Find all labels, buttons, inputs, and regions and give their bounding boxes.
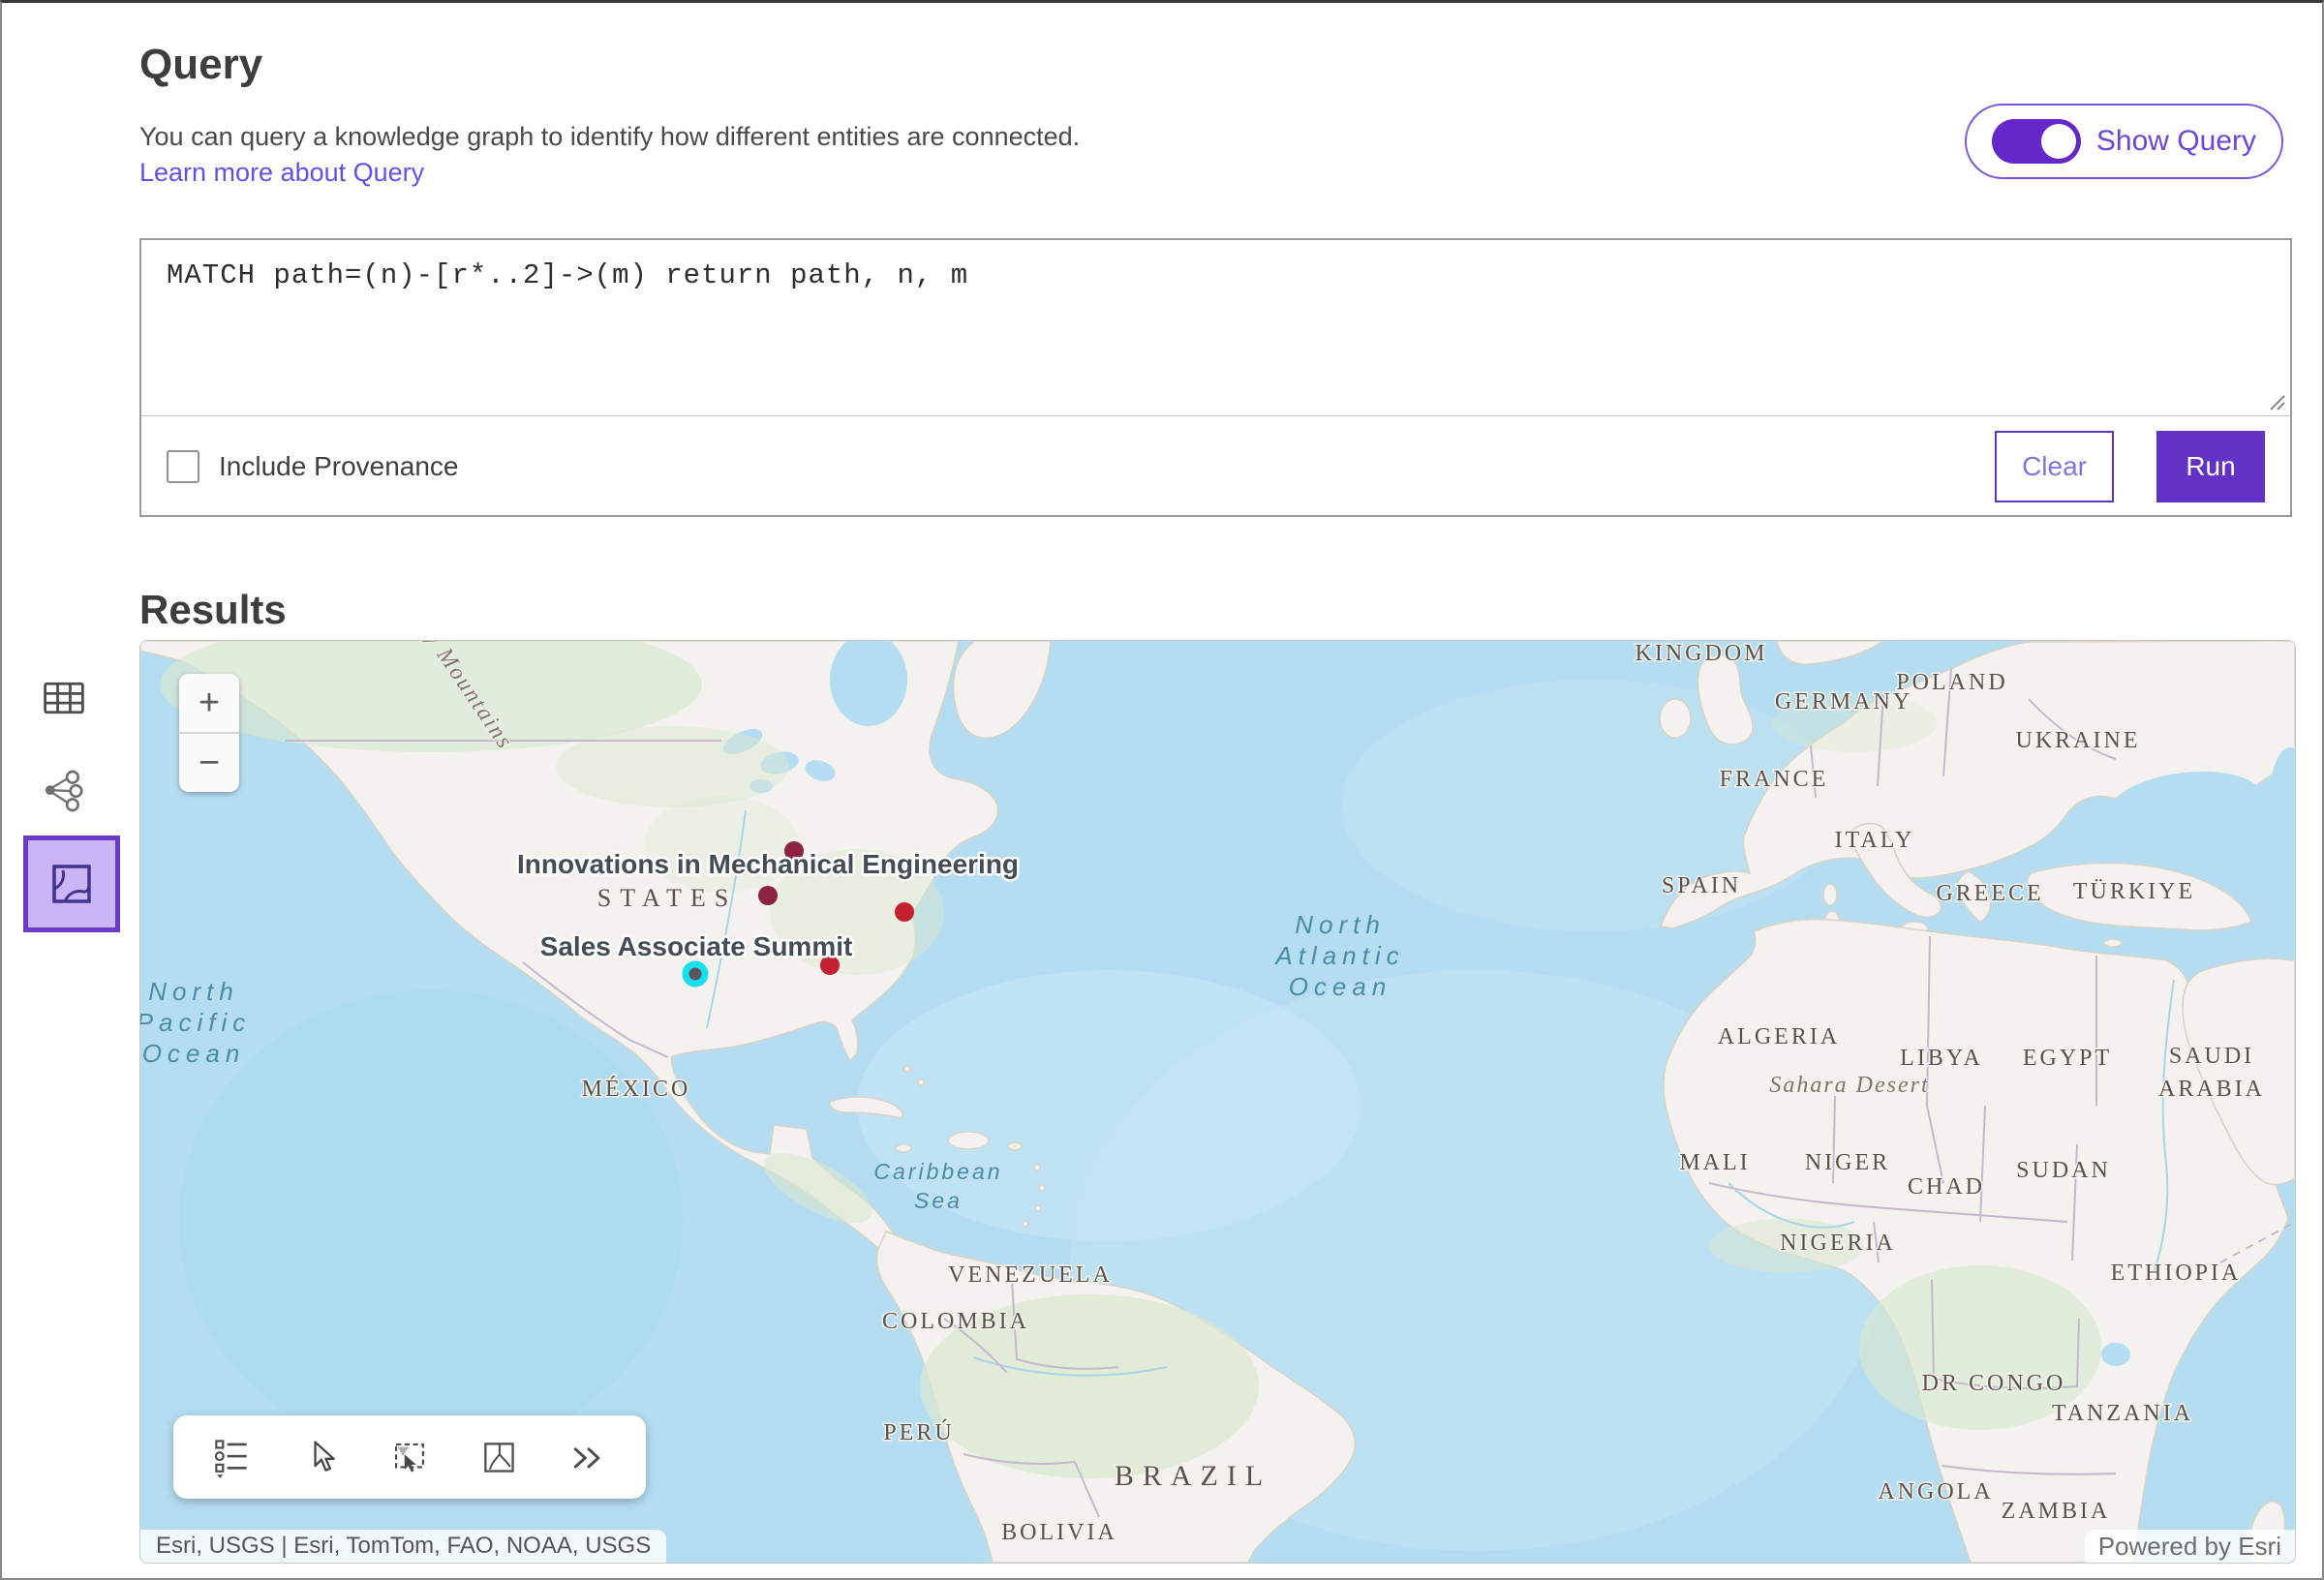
powered-by-text: Powered by Esri [2098,1532,2281,1562]
map-marker-selected[interactable] [686,964,705,984]
map-label-arabia: ARABIA [2158,1077,2265,1102]
select-polygon-button[interactable] [474,1432,524,1482]
map-label-germany: GERMANY [1775,689,1912,714]
select-rectangle-icon [390,1435,429,1479]
query-actions: Clear Run [1995,431,2265,502]
select-polygon-icon [479,1436,518,1478]
zoom-in-button[interactable]: + [179,674,239,732]
select-rectangle-button[interactable] [384,1432,435,1482]
map-label-france: FRANCE [1720,767,1829,792]
map-attribution: Esri, USGS | Esri, TomTom, FAO, NOAA, US… [140,1530,666,1563]
query-page: Query You can query a knowledge graph to… [0,0,2324,1580]
map-label-chad: CHAD [1908,1174,1985,1200]
toggle-switch[interactable] [1992,119,2081,164]
svg-text:Atlantic: Atlantic [1273,941,1404,970]
cursor-tool-button[interactable] [295,1432,346,1482]
svg-text:Ocean: Ocean [142,1039,246,1068]
query-editor: MATCH path=(n)-[r*..2]->(m) return path,… [141,240,2290,416]
map-label-algeria: ALGERIA [1718,1024,1840,1049]
powered-by-esri: Powered by Esri [2085,1530,2295,1563]
physical-label-sahara-desert: Sahara Desert [1769,1073,1929,1098]
map-label-angola: ANGOLA [1878,1479,1993,1504]
show-query-toggle[interactable]: Show Query [1965,104,2283,179]
map-label-sudan: SUDAN [2016,1158,2111,1183]
view-tab-table[interactable] [35,669,93,727]
include-provenance[interactable]: Include Provenance [167,450,459,483]
map-label-mexico: MÉXICO [582,1077,691,1102]
event-label-sales-summit: Sales Associate Summit [540,931,853,961]
view-tab-link-chart[interactable] [35,762,93,820]
ocean-label-north-pacific: North Pacific Ocean [140,977,251,1068]
map-label-dr-congo: DR CONGO [1922,1371,2066,1396]
map-label-turkiye: TÜRKIYE [2073,879,2195,904]
svg-text:Ocean: Ocean [1289,972,1392,1001]
zoom-control: + − [179,674,239,792]
map-label-nigeria: NIGERIA [1780,1231,1896,1256]
resize-handle-icon[interactable] [2265,390,2286,411]
map-label-saudi: SAUDI [2169,1044,2254,1069]
svg-text:Sea: Sea [914,1188,963,1213]
map-label-italy: ITALY [1835,828,1915,853]
learn-more-link[interactable]: Learn more about Query [139,158,424,188]
map-label-brazil: BRAZIL [1115,1460,1271,1492]
map-toolbar [173,1415,646,1499]
event-label-innovations: Innovations in Mechanical Engineering [517,849,1019,879]
map-label-kingdom: KINGDOM [1636,641,1768,666]
show-query-label: Show Query [2096,125,2256,158]
map-label-tanzania: TANZANIA [2052,1401,2193,1426]
svg-text:Caribbean: Caribbean [873,1159,1002,1184]
include-provenance-checkbox[interactable] [167,450,199,483]
map-label-spain: SPAIN [1662,873,1741,898]
clear-button[interactable]: Clear [1995,431,2114,502]
svg-text:Pacific: Pacific [140,1008,251,1037]
page-description: You can query a knowledge graph to ident… [139,122,1080,152]
map-view[interactable]: North Atlantic Ocean North Pacific Ocean… [139,640,2296,1564]
include-provenance-label: Include Provenance [219,451,459,482]
table-icon [41,673,87,723]
map-label-ethiopia: ETHIOPIA [2111,1261,2242,1286]
view-tab-map[interactable] [23,836,120,932]
map-label-ukraine: UKRAINE [2016,728,2141,753]
map-marker[interactable] [758,886,778,905]
run-button[interactable]: Run [2156,431,2265,502]
map-label-libya: LIBYA [1900,1046,1983,1071]
results-title: Results [139,587,287,633]
toggle-knob [2041,124,2076,159]
page-title: Query [139,41,262,89]
map-label-colombia: COLOMBIA [882,1309,1029,1334]
expand-toolbar-button[interactable] [563,1432,613,1482]
map-label-niger: NIGER [1805,1150,1890,1175]
map-label-zambia: ZAMBIA [2002,1499,2111,1524]
svg-text:North: North [1295,910,1386,939]
cursor-icon [301,1436,340,1478]
link-chart-icon [41,765,87,817]
map-label-egypt: EGYPT [2023,1046,2112,1071]
map-label-bolivia: BOLIVIA [1001,1520,1117,1545]
map-marker[interactable] [895,902,914,922]
zoom-out-button[interactable]: − [179,734,239,792]
svg-text:North: North [148,977,239,1006]
query-input[interactable]: MATCH path=(n)-[r*..2]->(m) return path,… [141,240,2290,415]
map-icon [46,859,97,909]
map-label-poland: POLAND [1896,670,2007,695]
map-label-peru: PERÚ [883,1419,954,1445]
map-label-mali: MALI [1679,1150,1750,1175]
map-label-states: STATES [597,884,737,912]
expand-chevrons-icon [568,1436,607,1478]
map-label-greece: GREECE [1936,881,2043,906]
legend-list-button[interactable] [206,1432,257,1482]
attribution-text: Esri, USGS | Esri, TomTom, FAO, NOAA, US… [156,1533,651,1560]
query-panel: MATCH path=(n)-[r*..2]->(m) return path,… [139,238,2292,517]
map-label-venezuela: VENEZUELA [948,1262,1113,1288]
query-footer: Include Provenance Clear Run [141,416,2290,517]
legend-list-icon [212,1433,251,1481]
